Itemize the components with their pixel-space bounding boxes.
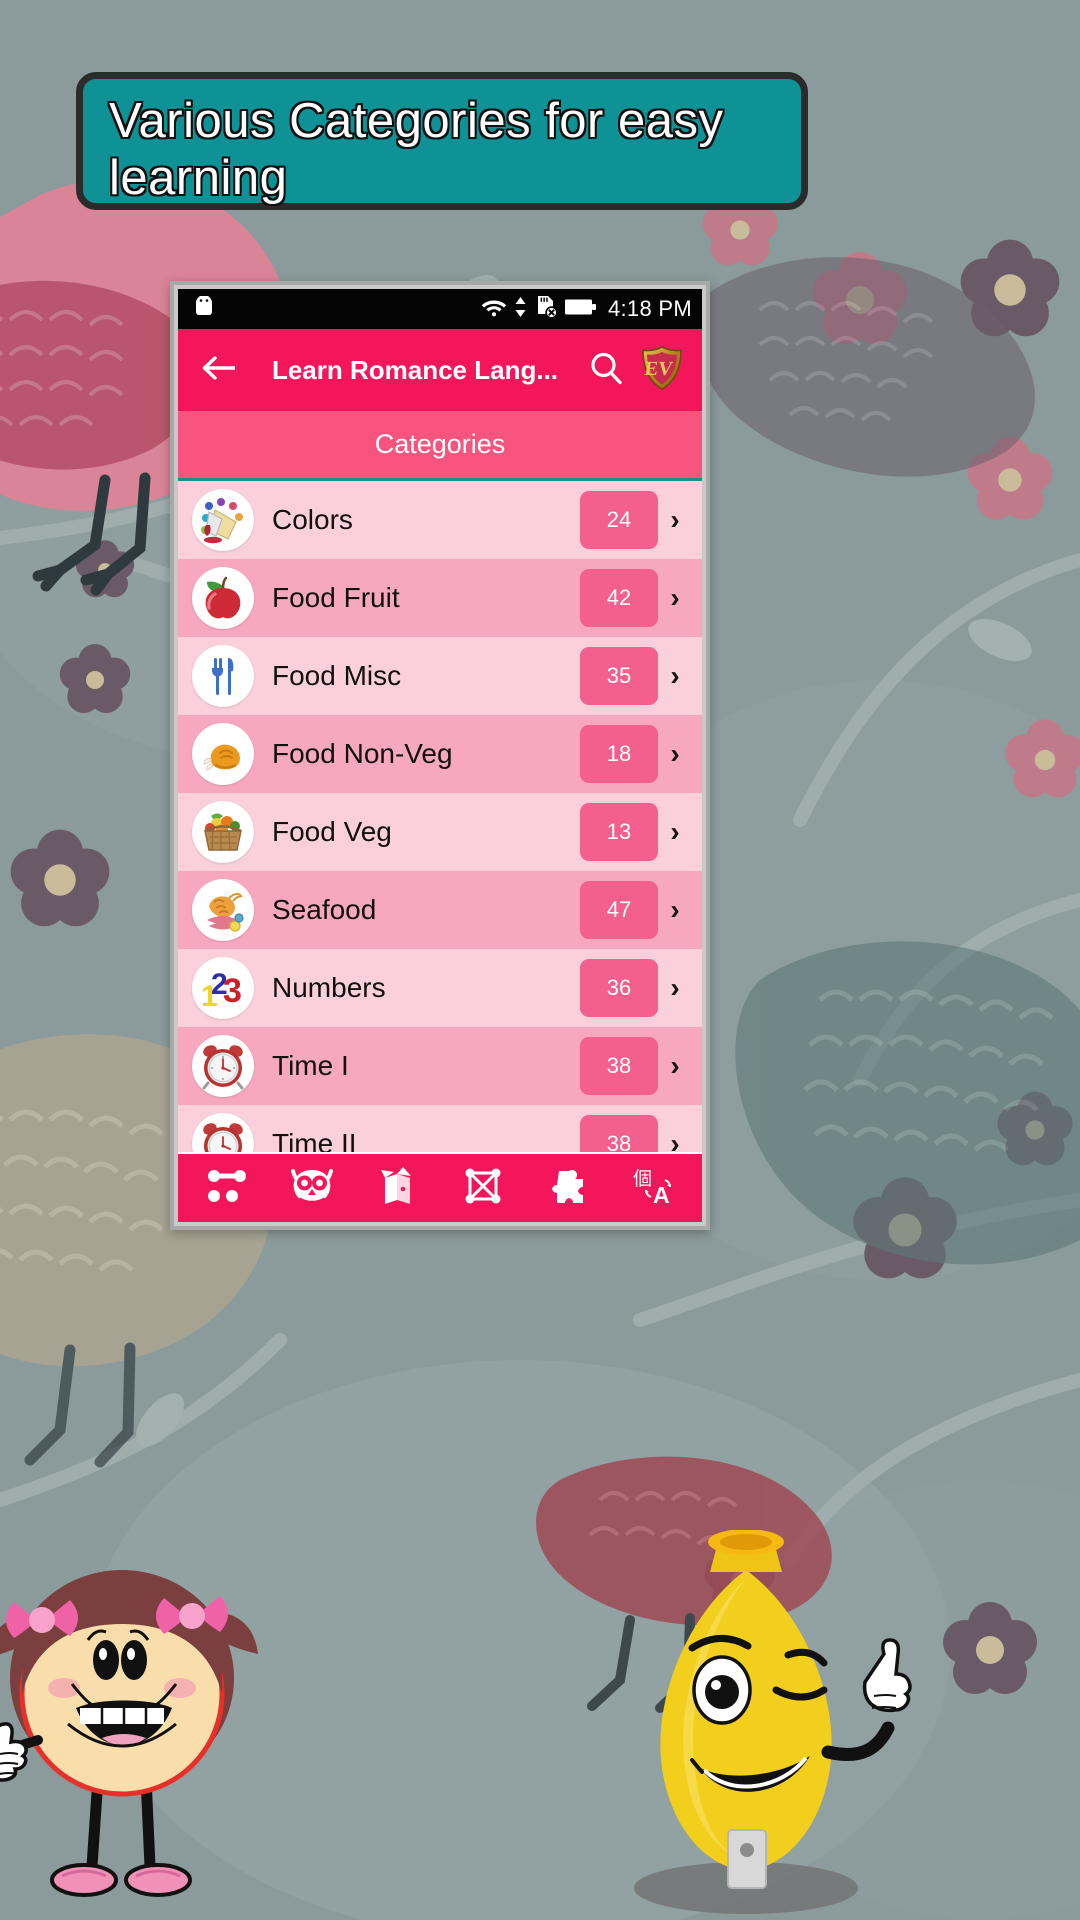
status-bar-clock: 4:18 PM	[607, 296, 692, 321]
nav-crossword-button[interactable]	[452, 1161, 514, 1215]
nav-puzzle-button[interactable]	[537, 1161, 599, 1215]
open-box-icon	[377, 1166, 417, 1211]
list-item-count: 35	[580, 647, 658, 705]
search-icon	[589, 351, 623, 390]
app-bar: Learn Romance Lang... EV	[178, 329, 702, 411]
ev-logo-button[interactable]: EV	[638, 345, 686, 396]
list-item-label: Food Non-Veg	[272, 738, 453, 769]
ev-shield-logo-icon: EV	[640, 345, 684, 396]
girl-mascot-thumbs-up	[0, 1570, 258, 1897]
chevron-right-icon: ›	[670, 504, 680, 535]
list-item-label: Food Fruit	[272, 582, 400, 613]
list-item-count: 13	[580, 803, 658, 861]
list-item-count: 42	[580, 569, 658, 627]
category-list[interactable]: Colors 24 › Food Fruit 42 › Food Misc 35…	[178, 481, 702, 1152]
list-item[interactable]: Colors 24 ›	[178, 481, 702, 559]
list-item-label: Time I	[272, 1050, 349, 1081]
list-item-label: Food Misc	[272, 660, 402, 691]
wifi-icon	[481, 297, 507, 322]
list-item-count: 38	[580, 1037, 658, 1095]
list-item[interactable]: 1 2 3 Numbers 36 ›	[178, 949, 702, 1027]
list-item-label: Time II	[272, 1128, 357, 1152]
list-item[interactable]: Time I 38 ›	[178, 1027, 702, 1105]
nav-owl-button[interactable]	[281, 1161, 343, 1215]
app-bar-title: Learn Romance Lang...	[271, 354, 559, 385]
android-robot-icon	[192, 294, 216, 323]
chevron-right-icon: ›	[670, 660, 680, 691]
search-button[interactable]	[582, 346, 630, 394]
chevron-right-icon: ›	[670, 816, 680, 847]
list-item-count: 18	[580, 725, 658, 783]
promo-banner: Various Categories for easy learning	[76, 72, 808, 210]
list-item-count: 36	[580, 959, 658, 1017]
list-item[interactable]: Food Non-Veg 18 ›	[178, 715, 702, 793]
nav-match-dots-button[interactable]	[196, 1161, 258, 1215]
tab-categories[interactable]: Categories	[375, 429, 506, 460]
status-bar: 4:18 PM	[178, 289, 702, 329]
numbers-123-icon: 1 2 3	[192, 957, 254, 1019]
chevron-right-icon: ›	[670, 1050, 680, 1081]
crossword-grid-icon	[463, 1166, 503, 1211]
phone-device-frame: 4:18 PM Learn Romance Lang... EV Categor…	[170, 281, 710, 1230]
bottom-navigation-bar: 個 A	[178, 1152, 702, 1222]
chevron-right-icon: ›	[670, 738, 680, 769]
apple-icon	[192, 567, 254, 629]
svg-text:個: 個	[633, 1168, 652, 1190]
roast-chicken-icon	[192, 723, 254, 785]
back-button[interactable]	[194, 346, 242, 394]
data-transfer-icon	[514, 296, 527, 323]
battery-full-icon	[564, 297, 597, 322]
list-item[interactable]: Seafood 47 ›	[178, 871, 702, 949]
phone-screen: 4:18 PM Learn Romance Lang... EV Categor…	[178, 289, 702, 1222]
list-item-count: 47	[580, 881, 658, 939]
chevron-right-icon: ›	[670, 582, 680, 613]
promo-banner-text: Various Categories for easy learning	[109, 94, 724, 205]
svg-text:EV: EV	[643, 358, 674, 380]
list-item[interactable]: Food Misc 35 ›	[178, 637, 702, 715]
list-item-count: 24	[580, 491, 658, 549]
svg-text:3: 3	[223, 972, 242, 1010]
yellow-bulb-mascot-winking	[634, 1530, 912, 1914]
list-item-label: Numbers	[272, 972, 386, 1003]
translate-icon: 個 A	[631, 1166, 675, 1211]
chevron-right-icon: ›	[670, 972, 680, 1003]
list-item[interactable]: Food Fruit 42 ›	[178, 559, 702, 637]
list-item-label: Seafood	[272, 894, 377, 925]
chevron-right-icon: ›	[670, 1128, 680, 1152]
shrimp-platter-icon	[192, 879, 254, 941]
fork-knife-icon	[192, 645, 254, 707]
nav-translate-button[interactable]: 個 A	[622, 1161, 684, 1215]
list-item-label: Food Veg	[272, 816, 392, 847]
screenshot-stage: Various Categories for easy learning 4:1…	[0, 0, 1080, 1920]
owl-icon	[289, 1167, 335, 1210]
list-item-count: 38	[580, 1115, 658, 1152]
list-item[interactable]: Time II 38 ›	[178, 1105, 702, 1152]
match-dots-icon	[206, 1167, 248, 1210]
tab-bar: Categories	[178, 411, 702, 481]
sdcard-removed-icon	[534, 295, 558, 324]
alarm-clock-icon	[192, 1035, 254, 1097]
chevron-right-icon: ›	[670, 894, 680, 925]
svg-text:A: A	[653, 1182, 670, 1206]
color-palette-icon	[192, 489, 254, 551]
alarm-clock-icon	[192, 1113, 254, 1152]
nav-open-box-button[interactable]	[366, 1161, 428, 1215]
vegetable-basket-icon	[192, 801, 254, 863]
list-item[interactable]: Food Veg 13 ›	[178, 793, 702, 871]
list-item-label: Colors	[272, 504, 353, 535]
puzzle-piece-icon	[547, 1167, 589, 1210]
back-arrow-icon	[201, 354, 236, 387]
